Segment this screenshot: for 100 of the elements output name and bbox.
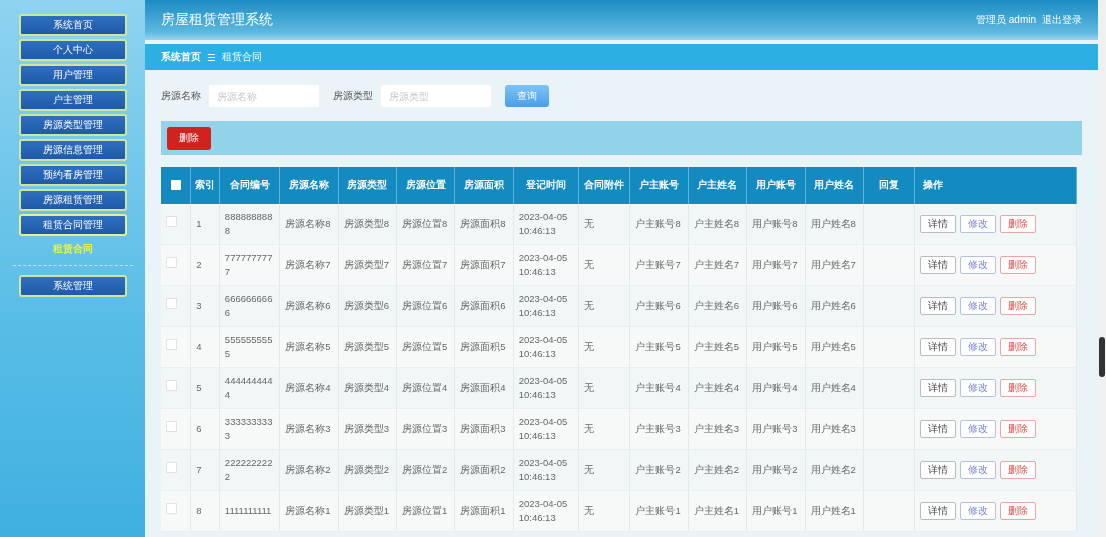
edit-button[interactable]: 修改 bbox=[960, 338, 997, 356]
row-checkbox[interactable] bbox=[166, 380, 177, 392]
table-cell: 用户姓名3 bbox=[805, 408, 864, 450]
row-checkbox[interactable] bbox=[166, 503, 177, 515]
table-cell: 房源面积8 bbox=[454, 204, 514, 245]
table-cell: 房源面积6 bbox=[454, 285, 514, 327]
table-cell: 户主账号5 bbox=[629, 326, 689, 368]
detail-button[interactable]: 详情 bbox=[920, 502, 957, 520]
row-checkbox[interactable] bbox=[166, 216, 177, 228]
detail-button[interactable]: 详情 bbox=[920, 379, 957, 397]
detail-button[interactable]: 详情 bbox=[920, 297, 957, 315]
scrollbar[interactable] bbox=[1098, 0, 1106, 537]
table-cell: 房源名称8 bbox=[279, 204, 339, 245]
table-cell: 户主账号6 bbox=[629, 285, 689, 327]
sidebar-item[interactable]: 个人中心 bbox=[18, 39, 127, 61]
table-cell: 房源名称4 bbox=[279, 367, 339, 409]
column-header: 合同编号 bbox=[219, 167, 280, 204]
table-cell: 2023-04-05 10:46:13 bbox=[513, 244, 579, 286]
edit-button[interactable]: 修改 bbox=[960, 502, 997, 520]
edit-button[interactable]: 修改 bbox=[960, 256, 997, 274]
delete-button[interactable]: 删除 bbox=[1000, 215, 1037, 233]
table-cell: 用户账号4 bbox=[746, 367, 805, 409]
table-cell: 户主账号7 bbox=[629, 244, 689, 286]
table-cell: 户主姓名2 bbox=[688, 449, 747, 491]
sidebar-item[interactable]: 租赁合同管理 bbox=[18, 214, 127, 236]
field-label: 房源类型 bbox=[333, 89, 373, 103]
table-cell: 用户账号5 bbox=[746, 326, 805, 368]
edit-button[interactable]: 修改 bbox=[960, 297, 997, 315]
table-cell: 用户账号7 bbox=[746, 244, 805, 286]
breadcrumb-item: 租赁合同 bbox=[221, 50, 262, 64]
app-title: 房屋租赁管理系统 bbox=[161, 11, 274, 29]
delete-button[interactable]: 删除 bbox=[1000, 502, 1037, 520]
table-cell: 1111111111 bbox=[219, 490, 280, 532]
table-cell: 房源面积7 bbox=[454, 244, 514, 286]
column-header: 房源位置 bbox=[396, 167, 455, 204]
detail-button[interactable]: 详情 bbox=[920, 461, 957, 479]
breadcrumb-link[interactable]: 系统首页 bbox=[161, 50, 201, 64]
sidebar-item[interactable]: 用户管理 bbox=[18, 64, 127, 86]
row-checkbox[interactable] bbox=[166, 421, 177, 433]
sidebar-item[interactable]: 系统首页 bbox=[18, 14, 127, 36]
table-cell: 用户姓名5 bbox=[805, 326, 864, 368]
row-checkbox[interactable] bbox=[166, 298, 177, 310]
select-all-checkbox[interactable] bbox=[170, 179, 181, 190]
detail-button[interactable]: 详情 bbox=[920, 256, 957, 274]
search-button[interactable]: 查询 bbox=[505, 85, 549, 107]
sidebar-item[interactable]: 预约看房管理 bbox=[18, 164, 127, 186]
table-cell: 房源面积5 bbox=[454, 326, 514, 368]
table-cell: 房源名称3 bbox=[279, 408, 339, 450]
table-cell: 房源类型5 bbox=[338, 326, 397, 368]
edit-button[interactable]: 修改 bbox=[960, 379, 997, 397]
table-cell: 房源名称2 bbox=[279, 449, 339, 491]
table-cell: 房源名称1 bbox=[279, 490, 339, 532]
table-cell: 房源名称5 bbox=[279, 326, 339, 368]
table-cell: 2023-04-05 10:46:13 bbox=[513, 326, 579, 368]
row-checkbox[interactable] bbox=[166, 339, 177, 351]
table-cell: 7777777777 bbox=[219, 244, 280, 286]
detail-button[interactable]: 详情 bbox=[920, 338, 957, 356]
table-cell: 房源类型7 bbox=[338, 244, 397, 286]
row-checkbox[interactable] bbox=[166, 257, 177, 269]
table-cell: 户主账号8 bbox=[629, 204, 689, 245]
delete-button[interactable]: 删除 bbox=[1000, 338, 1037, 356]
sidebar-item[interactable]: 房源信息管理 bbox=[18, 139, 127, 161]
table-cell: 户主账号1 bbox=[629, 490, 689, 532]
table-cell: 户主账号3 bbox=[629, 408, 689, 450]
table-cell: 房源名称6 bbox=[279, 285, 339, 327]
table-cell: 5555555555 bbox=[219, 326, 280, 368]
table-cell: 房源面积3 bbox=[454, 408, 514, 450]
sidebar-item[interactable]: 房源类型管理 bbox=[18, 114, 127, 136]
delete-button[interactable]: 删除 bbox=[167, 126, 211, 150]
edit-button[interactable]: 修改 bbox=[960, 461, 997, 479]
table-cell: 8888888888 bbox=[219, 204, 280, 245]
table-cell: 无 bbox=[578, 367, 630, 409]
row-checkbox[interactable] bbox=[166, 462, 177, 474]
table-cell: 房源类型6 bbox=[338, 285, 397, 327]
table-cell: 用户账号6 bbox=[746, 285, 805, 327]
table-cell: 户主账号2 bbox=[629, 449, 689, 491]
delete-button[interactable]: 删除 bbox=[1000, 461, 1037, 479]
table-cell: 无 bbox=[578, 244, 630, 286]
delete-button[interactable]: 删除 bbox=[1000, 420, 1037, 438]
delete-button[interactable]: 删除 bbox=[1000, 256, 1037, 274]
sidebar-item[interactable]: 系统管理 bbox=[18, 275, 127, 297]
detail-button[interactable]: 详情 bbox=[920, 215, 957, 233]
table-cell: 房源位置1 bbox=[396, 490, 455, 532]
column-header: 户主账号 bbox=[629, 167, 689, 204]
edit-button[interactable]: 修改 bbox=[960, 420, 997, 438]
table-cell: 房源名称7 bbox=[279, 244, 339, 286]
column-header: 用户账号 bbox=[746, 167, 805, 204]
column-header: 索引 bbox=[190, 167, 220, 204]
table-cell: 无 bbox=[578, 490, 630, 532]
delete-button[interactable]: 删除 bbox=[1000, 379, 1037, 397]
sidebar-item[interactable]: 户主管理 bbox=[18, 89, 127, 111]
sidebar-item[interactable]: 房源租赁管理 bbox=[18, 189, 127, 211]
delete-button[interactable]: 删除 bbox=[1000, 297, 1037, 315]
field-label: 房源名称 bbox=[161, 89, 201, 103]
detail-button[interactable]: 详情 bbox=[920, 420, 957, 438]
edit-button[interactable]: 修改 bbox=[960, 215, 997, 233]
table-cell: 2023-04-05 10:46:13 bbox=[513, 285, 579, 327]
column-header: 回复 bbox=[863, 167, 915, 204]
logout-link[interactable]: 退出登录 bbox=[1042, 13, 1082, 27]
table-cell: 用户姓名8 bbox=[805, 204, 864, 245]
